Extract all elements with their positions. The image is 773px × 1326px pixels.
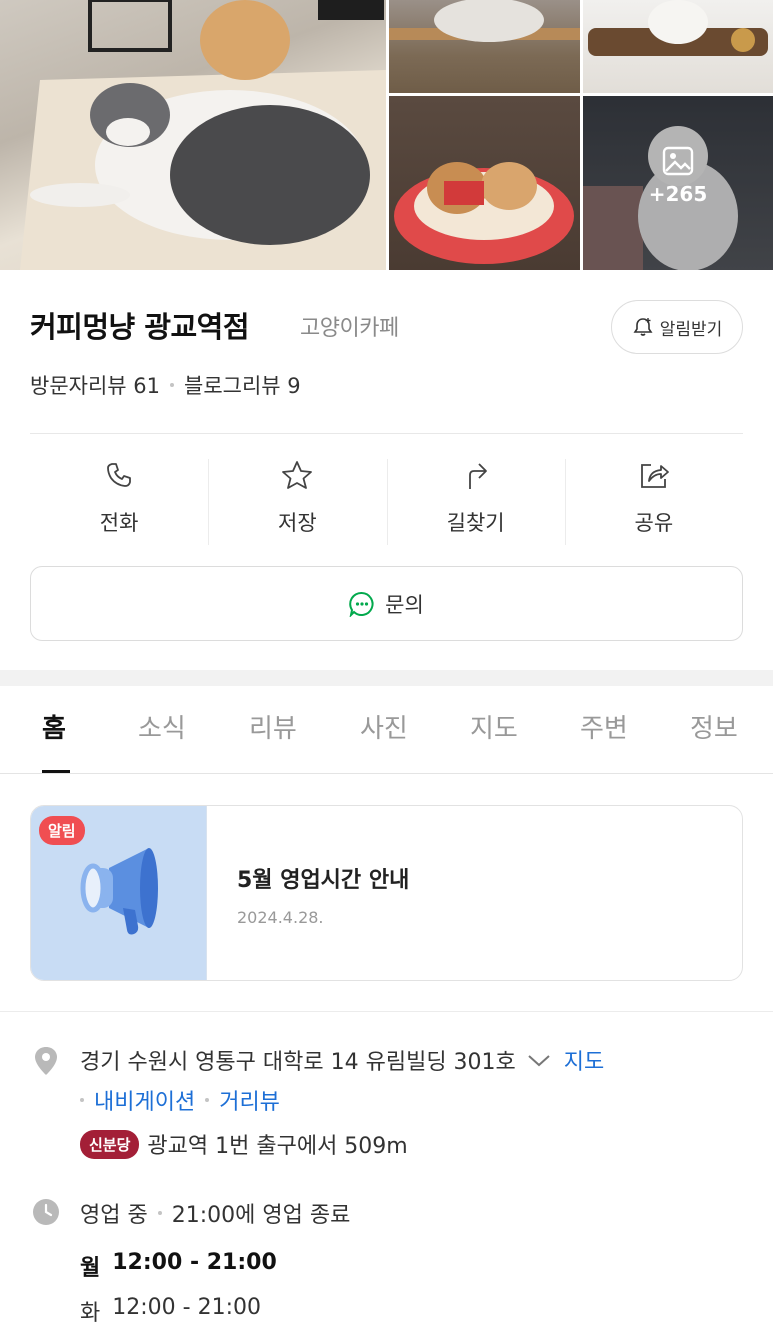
save-label: 저장 [278, 511, 317, 535]
address-links: 내비게이션 거리뷰 [80, 1084, 280, 1116]
alarm-subscribe-button[interactable]: 알림받기 [611, 300, 743, 354]
chat-bubble-icon [349, 591, 374, 617]
share-label: 공유 [634, 511, 674, 535]
open-status: 영업 중 [80, 1203, 148, 1228]
bell-plus-icon [633, 318, 653, 336]
subway-line-badge: 신분당 [80, 1129, 140, 1159]
section-separator [0, 670, 773, 686]
tab-nearby[interactable]: 주변 [580, 708, 628, 745]
hours-day: 화 [80, 1301, 101, 1326]
call-label: 전화 [99, 511, 139, 535]
photo-gallery: +265 [0, 0, 773, 270]
notice-card[interactable]: 알림 5월 영업시간 안내 2024.4.28. [30, 805, 743, 981]
directions-icon [468, 463, 487, 489]
navigation-link[interactable]: 내비게이션 [94, 1084, 195, 1116]
photo-main[interactable] [0, 0, 386, 270]
tab-reviews[interactable]: 리뷰 [249, 708, 297, 745]
cat-photo-illustration [588, 0, 768, 56]
chevron-down-icon[interactable] [526, 1050, 552, 1070]
place-category: 고양이카페 [300, 316, 399, 341]
hours-time: 12:00 - 21:00 [112, 1250, 277, 1275]
share-button[interactable]: 공유 [564, 455, 743, 545]
business-status[interactable]: 영업 중 21:00에 영업 종료 [80, 1197, 350, 1229]
more-photos-overlay[interactable]: +265 [583, 146, 773, 206]
more-photos-count: +265 [648, 182, 708, 206]
notice-badge: 알림 [39, 816, 85, 845]
separator-dot [157, 1211, 162, 1215]
share-icon [640, 464, 669, 488]
photo-thumb-more[interactable]: +265 [583, 96, 773, 270]
address-row: 경기 수원시 영통구 대학로 14 유림빌딩 301호 지도 [80, 1044, 604, 1076]
active-tab-indicator [42, 770, 70, 773]
hours-row-today: 월 12:00 - 21:00 [80, 1250, 277, 1282]
inquiry-button[interactable]: 문의 [30, 566, 743, 641]
address-text: 경기 수원시 영통구 대학로 14 유림빌딩 301호 [80, 1050, 516, 1075]
tab-map[interactable]: 지도 [470, 708, 518, 745]
hours-row: 화 12:00 - 21:00 [80, 1295, 261, 1326]
hours-time: 12:00 - 21:00 [112, 1295, 261, 1320]
hours-day: 월 [80, 1256, 101, 1281]
divider [0, 1011, 773, 1012]
inquiry-label: 문의 [385, 592, 424, 617]
tab-bar: 홈 소식 리뷰 사진 지도 주변 정보 [0, 686, 773, 774]
action-bar: 전화 저장 길찾기 공유 [30, 455, 743, 545]
phone-icon [107, 463, 132, 487]
separator-dot [80, 1098, 84, 1102]
directions-button[interactable]: 길찾기 [386, 455, 565, 545]
place-name: 커피멍냥 광교역점 [30, 310, 250, 344]
street-view-link[interactable]: 거리뷰 [219, 1084, 280, 1116]
tab-photos[interactable]: 사진 [360, 708, 408, 745]
closing-time: 21:00에 영업 종료 [171, 1203, 351, 1228]
image-icon [662, 146, 694, 176]
photo-thumb-2[interactable] [583, 0, 773, 93]
tab-home[interactable]: 홈 [42, 708, 66, 745]
separator-dot [205, 1098, 210, 1102]
dog-and-cat-photo-illustration [394, 162, 574, 264]
alarm-subscribe-label: 알림받기 [659, 319, 723, 340]
star-icon [282, 461, 313, 489]
cat-photo-illustration [389, 0, 580, 42]
directions-label: 길찾기 [446, 511, 505, 535]
subway-distance: 광교역 1번 출구에서 509m [147, 1134, 408, 1159]
visitor-reviews-link[interactable]: 방문자리뷰 61 [30, 370, 160, 400]
map-link[interactable]: 지도 [564, 1044, 604, 1076]
photo-thumb-1[interactable] [389, 0, 580, 93]
clock-icon [33, 1199, 59, 1225]
tab-info[interactable]: 정보 [690, 708, 738, 745]
place-header: 커피멍냥 광교역점 고양이카페 알림받기 [30, 300, 743, 354]
blog-reviews-link[interactable]: 블로그리뷰 9 [184, 370, 301, 400]
subway-info: 신분당 광교역 1번 출구에서 509m [80, 1128, 408, 1160]
cats-on-table-illustration [20, 0, 386, 270]
notice-date: 2024.4.28. [237, 908, 324, 927]
divider [30, 433, 743, 434]
location-pin-icon [35, 1047, 57, 1075]
review-summary: 방문자리뷰 61 블로그리뷰 9 [30, 370, 301, 400]
notice-title: 5월 영업시간 안내 [237, 868, 410, 893]
save-button[interactable]: 저장 [208, 455, 386, 545]
call-button[interactable]: 전화 [30, 455, 208, 545]
separator-dot [170, 383, 174, 387]
tab-news[interactable]: 소식 [138, 708, 186, 745]
photo-thumb-3[interactable] [389, 96, 580, 270]
